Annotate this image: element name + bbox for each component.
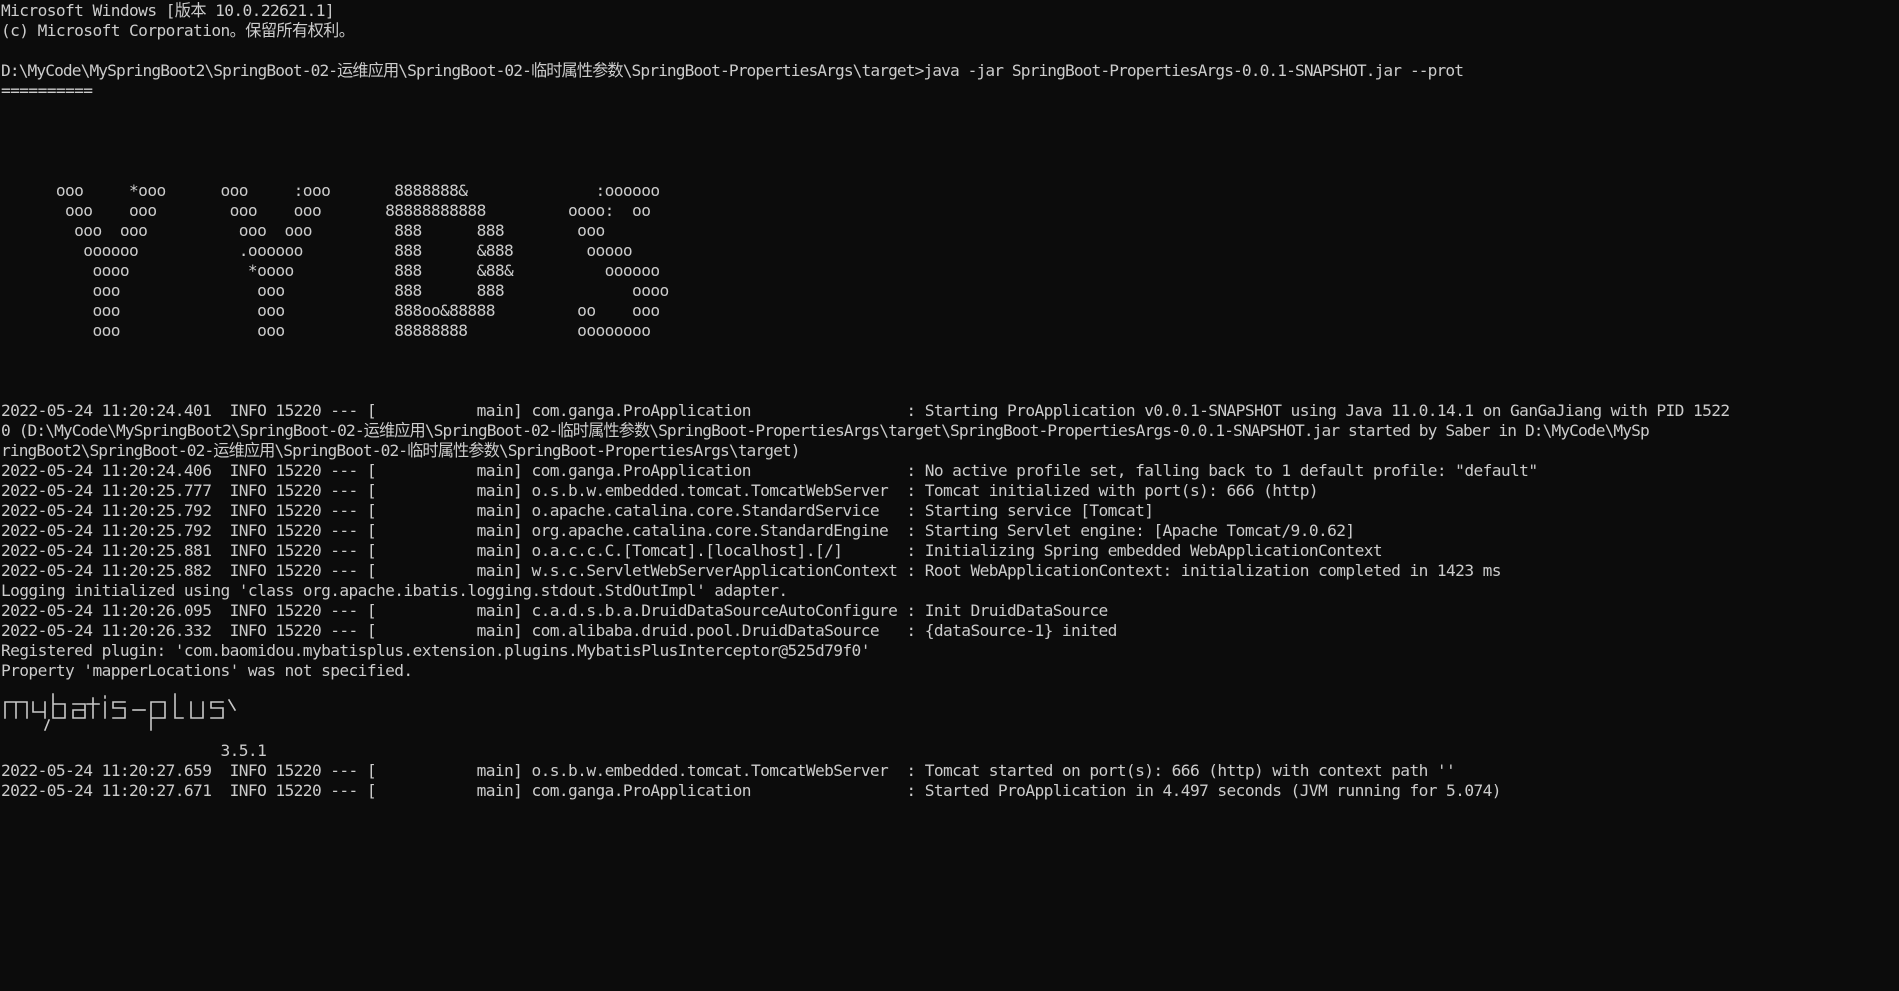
ascii-banner-line: ooo ooo ooo ooo 888 888 ooo (1, 221, 605, 240)
console-line-command: D:\MyCode\MySpringBoot2\SpringBoot-02-运维… (1, 61, 1464, 80)
console-line-windows-version: Microsoft Windows [版本 10.0.22621.1] (1, 1, 335, 20)
log-line: 2022-05-24 11:20:25.882 INFO 15220 --- [… (1, 561, 1502, 580)
ascii-banner-line: ooo ooo 888oo&88888 oo ooo (1, 301, 660, 320)
ascii-banner-line: ooo ooo 888 888 oooo (1, 281, 669, 300)
mybatis-plus-version: 3.5.1 (1, 741, 267, 760)
log-line: Property 'mapperLocations' was not speci… (1, 661, 413, 680)
log-line-wrap: ringBoot2\SpringBoot-02-运维应用\SpringBoot-… (1, 441, 801, 460)
log-line: 2022-05-24 11:20:25.881 INFO 15220 --- [… (1, 541, 1383, 560)
ascii-banner-line: ooo ooo 88888888 oooooooo (1, 321, 651, 340)
log-line: Registered plugin: 'com.baomidou.mybatis… (1, 641, 870, 660)
log-line: 2022-05-24 11:20:25.777 INFO 15220 --- [… (1, 481, 1319, 500)
ascii-banner-line: ooo ooo ooo ooo 88888888888 oooo: oo (1, 201, 651, 220)
log-line-wrap: 0 (D:\MyCode\MySpringBoot2\SpringBoot-02… (1, 421, 1650, 440)
console-output: Microsoft Windows [版本 10.0.22621.1] (c) … (1, 1, 1897, 801)
console-line-separator: ========== (1, 81, 93, 100)
log-line: 2022-05-24 11:20:26.332 INFO 15220 --- [… (1, 621, 1117, 640)
ascii-banner-line: oooo *oooo 888 &88& oooooo (1, 261, 660, 280)
console-line-copyright: (c) Microsoft Corporation。保留所有权利。 (1, 21, 355, 40)
log-line: 2022-05-24 11:20:26.095 INFO 15220 --- [… (1, 601, 1108, 620)
log-line: 2022-05-24 11:20:27.671 INFO 15220 --- [… (1, 781, 1502, 800)
log-line: 2022-05-24 11:20:25.792 INFO 15220 --- [… (1, 521, 1355, 540)
log-line: Logging initialized using 'class org.apa… (1, 581, 788, 600)
log-line: 2022-05-24 11:20:25.792 INFO 15220 --- [… (1, 501, 1154, 520)
ascii-banner-line: oooooo .oooooo 888 &888 ooooo (1, 241, 633, 260)
terminal-window[interactable]: Microsoft Windows [版本 10.0.22621.1] (c) … (0, 0, 1899, 991)
log-line: 2022-05-24 11:20:24.406 INFO 15220 --- [… (1, 461, 1538, 480)
log-line: 2022-05-24 11:20:24.401 INFO 15220 --- [… (1, 401, 1730, 420)
mybatis-plus-logo-icon (4, 693, 237, 732)
log-line: 2022-05-24 11:20:27.659 INFO 15220 --- [… (1, 761, 1456, 780)
ascii-banner-line: ooo *ooo ooo :ooo 8888888& :oooooo (1, 181, 660, 200)
